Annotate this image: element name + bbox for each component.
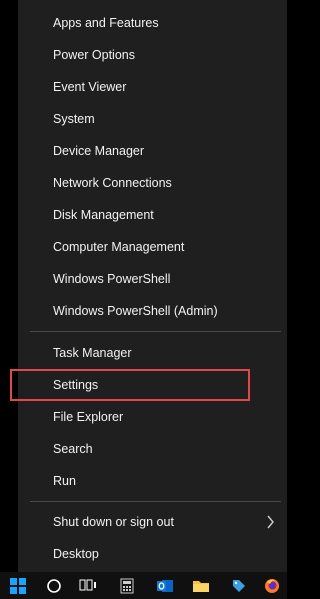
menu-item-task-manager[interactable]: Task Manager: [18, 337, 287, 369]
menu-item-windows-powershell[interactable]: Windows PowerShell: [18, 263, 287, 295]
menu-item-network-connections[interactable]: Network Connections: [18, 167, 287, 199]
menu-separator: [30, 331, 281, 332]
firefox-icon[interactable]: [257, 572, 287, 599]
winx-power-user-menu: Apps and Features Power Options Event Vi…: [0, 0, 287, 572]
taskbar: [0, 572, 287, 599]
tag-app-icon[interactable]: [224, 572, 254, 599]
menu-item-search[interactable]: Search: [18, 433, 287, 465]
menu-item-shut-down-or-sign-out[interactable]: Shut down or sign out: [18, 506, 287, 538]
menu-item-device-manager[interactable]: Device Manager: [18, 135, 287, 167]
calculator-icon[interactable]: [112, 572, 142, 599]
menu-item-computer-management[interactable]: Computer Management: [18, 231, 287, 263]
menu-item-system[interactable]: System: [18, 103, 287, 135]
menu-item-file-explorer[interactable]: File Explorer: [18, 401, 287, 433]
menu-item-desktop[interactable]: Desktop: [18, 538, 287, 570]
menu-item-apps-and-features[interactable]: Apps and Features: [18, 7, 287, 39]
task-view-icon[interactable]: [73, 572, 103, 599]
menu-item-run[interactable]: Run: [18, 465, 287, 497]
menu-item-windows-powershell-admin[interactable]: Windows PowerShell (Admin): [18, 295, 287, 327]
menu-item-event-viewer[interactable]: Event Viewer: [18, 71, 287, 103]
windows-start-icon[interactable]: [3, 572, 33, 599]
outlook-icon[interactable]: [150, 572, 180, 599]
menu-item-power-options[interactable]: Power Options: [18, 39, 287, 71]
cortana-icon[interactable]: [39, 572, 69, 599]
menu-item-label: Shut down or sign out: [53, 515, 174, 529]
menu-separator: [30, 501, 281, 502]
menu-item-disk-management[interactable]: Disk Management: [18, 199, 287, 231]
settings-highlight-box: [10, 369, 250, 401]
file-explorer-icon[interactable]: [186, 572, 216, 599]
